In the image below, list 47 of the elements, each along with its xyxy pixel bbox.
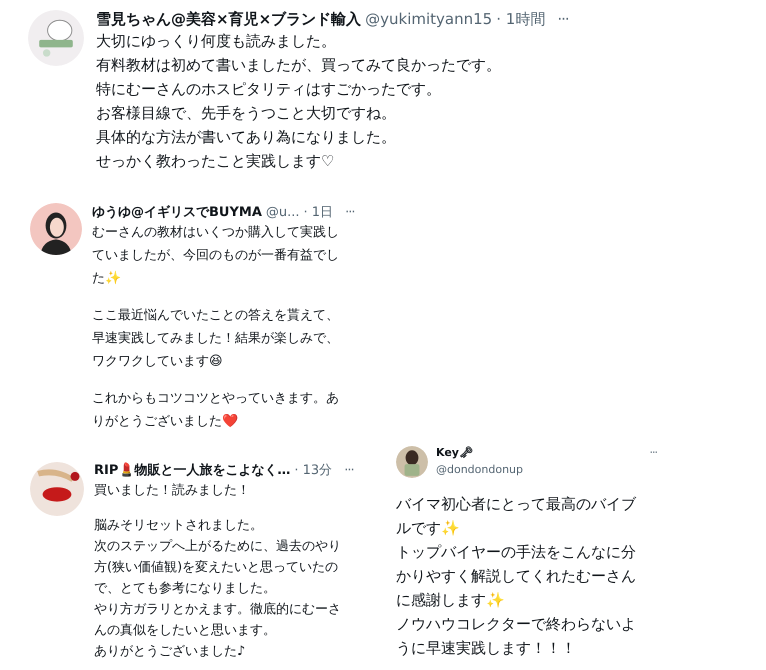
more-button[interactable]: ··· [553, 10, 573, 28]
tweet-text-line: りがとうございました❤ [92, 413, 239, 431]
tweet-text-line: トップバイヤーの手法をこんなに分 [396, 542, 637, 563]
display-name: 雪見ちゃん@美容×育児×ブランド輸入 [96, 10, 362, 29]
tweet-text-line: 次のステップへ上がるために、過去のやり [94, 538, 342, 556]
tweet-text-line: 方(狭い価値観)を変えたいと思っていたの [94, 559, 340, 577]
tweet-text-line: 大切にゆっくり何度も読みました。 [96, 31, 337, 52]
post-time: · 1時間 [496, 10, 546, 29]
tweet-text-line: た✨ [92, 270, 122, 288]
more-button[interactable]: ··· [341, 205, 358, 220]
post-time: · 13分 [294, 462, 332, 480]
avatar [28, 10, 84, 66]
user-handle: @yukimityann15 [365, 10, 492, 28]
tweet-text-line: やり方ガラリとかえます。徹底的にむーさ [94, 601, 342, 619]
tweet-text-line: ワクワクしています😆 [92, 353, 224, 371]
user-handle: @dondondonup [436, 463, 524, 476]
tweet-text-line: ここ最近悩んでいたことの答えを貰えて、 [92, 307, 340, 325]
tweet-text-line: かりやすく解説してくれたむーさん [396, 566, 637, 587]
tweet-text-line: 特にむーさんのホスピタリティはすごかったです。 [96, 79, 442, 100]
tweet-text-line: に感謝します✨ [396, 590, 506, 611]
tweet-text-line: うに早速実践します！！！ [396, 638, 577, 659]
display-name: ゆうゆ@イギリスでBUYMA [92, 204, 262, 221]
tweet-text-line: むーさんの教材はいくつか購入して実践し [92, 224, 340, 242]
tweet-text-line: ノウハウコレクターで終わらないよ [396, 614, 637, 635]
avatar [30, 203, 82, 255]
tweet-text-line: 早速実践してみました！結果が楽しみで、 [92, 330, 340, 348]
display-name: RIP💄物販と一人旅をこよなく… [94, 462, 290, 480]
avatar [30, 462, 84, 516]
user-handle: @u... [266, 205, 300, 220]
tweet-text-line: バイマ初心者にとって最高のバイブ [396, 494, 638, 515]
tweet-text-line: で、とても参考になりました。 [94, 580, 277, 598]
tweet-text-line: ありがとうございました♪ [94, 643, 246, 661]
more-button[interactable]: ··· [646, 446, 661, 459]
tweet-text-line: せっかく教わったこと実践します♡ [96, 151, 336, 172]
post-time: · 1日 [304, 204, 334, 221]
tweet-text-line: ていましたが、今回のものが一番有益でし [92, 247, 340, 265]
more-button[interactable]: ··· [340, 462, 358, 480]
display-name: Key🗝 [436, 446, 473, 459]
avatar [396, 446, 428, 478]
tweet-text-line: 脳みそリセットされました。 [94, 517, 264, 535]
tweet-text-line: 具体的な方法が書いてあり為になりました。 [96, 127, 397, 148]
tweet-text-line: 買いました！読みました！ [94, 482, 251, 500]
tweet-text-line: んの真似をしたいと思います。 [94, 622, 277, 640]
tweet-text-line: これからもコツコツとやっていきます。あ [92, 390, 340, 408]
tweet-text-line: ルです✨ [396, 518, 461, 539]
tweet-text-line: 有料教材は初めて書いましたが、買ってみて良かったです。 [96, 55, 502, 76]
tweet-text-line: お客様目線で、先手をうつこと大切ですね。 [96, 103, 397, 124]
